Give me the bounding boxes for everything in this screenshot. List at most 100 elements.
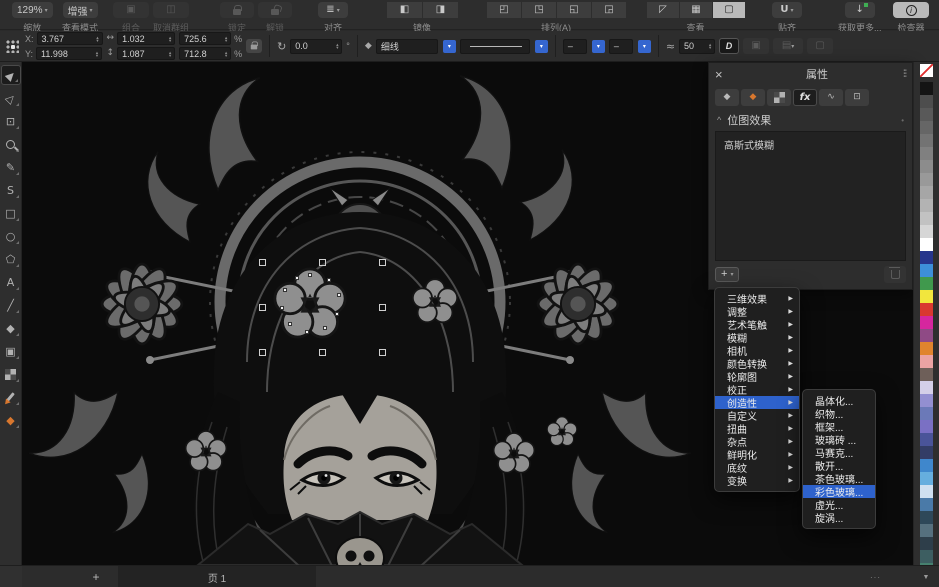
stepper-icon[interactable]: ▲▼ [224,51,228,57]
tab-outline[interactable]: ◆ [715,89,739,106]
transparency-tool[interactable] [1,364,21,384]
color-swatch[interactable] [920,251,933,264]
color-swatch[interactable] [920,238,933,251]
fill-tool[interactable]: ◆ [1,410,21,430]
chevron-down-icon[interactable]: ▾ [638,40,651,53]
dock-settings-icon[interactable]: ⫶⫶ [903,69,906,80]
chevron-down-icon[interactable]: ▾ [443,40,456,53]
tab-internet[interactable]: ⊡ [845,89,869,106]
color-swatch[interactable] [920,173,933,186]
inspector-button[interactable]: i [893,2,929,18]
shape-tool[interactable]: ▷ [1,88,21,108]
unlock-button[interactable] [258,2,292,18]
end-arrowhead-select[interactable]: – [609,39,633,54]
height-input[interactable]: 1.087▲▼ [117,47,175,60]
curve-node[interactable] [323,326,327,330]
effect-tool[interactable]: ▣ [1,341,21,361]
scale-width-input[interactable]: 725.6▲▼ [179,32,231,45]
color-swatch[interactable] [920,472,933,485]
color-swatch[interactable] [920,212,933,225]
color-swatch[interactable] [920,459,933,472]
color-swatch[interactable] [920,121,933,134]
selection-handle-nw[interactable] [259,259,266,266]
polygon-tool[interactable]: ⬠ [1,249,21,269]
selection-handle-w[interactable] [259,304,266,311]
rectangle-tool[interactable]: □ [1,203,21,223]
scale-height-input[interactable]: 712.8▲▼ [179,47,231,60]
palette-scroll-button[interactable]: ▼ [916,570,936,584]
color-swatch[interactable] [920,290,933,303]
curve-node[interactable] [295,276,299,280]
align-dropdown[interactable]: ≣▾ [318,2,348,18]
mirror-vertical-button[interactable]: ◨ [423,2,458,18]
stepper-icon[interactable]: ▲▼ [708,43,712,49]
tab-fill[interactable]: ◆ [741,89,765,106]
color-swatch[interactable] [920,186,933,199]
back-one-button[interactable]: ◲ [592,2,626,18]
collapse-chevron-icon[interactable]: ^ [717,115,721,125]
outline-width-select[interactable]: 细线 [376,39,438,54]
view-page-button[interactable]: ▢ [713,2,745,18]
bitmap-effects-section[interactable]: ^ 位图效果 • [709,109,912,131]
color-swatch[interactable] [920,498,933,511]
eyedropper-tool[interactable] [1,387,21,407]
x-input[interactable]: 3.767▲▼ [37,32,103,45]
curve-tool[interactable]: ✎ [1,157,21,177]
tab-transparency[interactable] [767,89,791,106]
sketch-mode-button[interactable]: D [719,38,739,54]
stepper-icon[interactable]: ▲▼ [95,51,99,57]
effects-list[interactable]: 高斯式模糊 [715,131,906,261]
curve-node[interactable] [327,278,331,282]
page-tab[interactable]: 页 1 [118,566,316,587]
color-swatch[interactable] [920,537,933,550]
color-swatch[interactable] [920,134,933,147]
curve-node[interactable] [335,312,339,316]
artistic-media-tool[interactable]: S [1,180,21,200]
bounding-box-button[interactable]: ▢ [807,38,833,54]
ellipse-tool[interactable]: ○ [1,226,21,246]
to-back-button[interactable]: ◳ [522,2,556,18]
color-swatch[interactable] [920,264,933,277]
color-swatch[interactable] [920,342,933,355]
chevron-down-icon[interactable]: ▾ [592,40,605,53]
color-swatch[interactable] [920,394,933,407]
stepper-icon[interactable]: ▲▼ [168,36,172,42]
effects-dropdown-button[interactable]: ▤▾ [773,38,803,54]
snap-dropdown[interactable]: U▾ [772,2,802,18]
line-style-select[interactable] [460,39,530,54]
color-swatch[interactable] [920,355,933,368]
curve-node[interactable] [337,293,341,297]
y-input[interactable]: 11.998▲▼ [36,47,102,60]
mirror-horizontal-button[interactable]: ◧ [387,2,422,18]
rotation-input[interactable]: 0.0▲▼ [290,39,342,54]
color-swatch[interactable] [920,303,933,316]
submenu-item[interactable]: 旋涡... [803,511,875,524]
wrap-text-button[interactable]: ▣ [743,38,769,54]
add-effect-button[interactable]: +▾ [715,267,739,282]
chevron-down-icon[interactable]: ▾ [535,40,548,53]
delete-effect-button[interactable] [884,266,906,283]
curve-node[interactable] [283,288,287,292]
zoom-tool[interactable] [1,134,21,154]
stepper-icon[interactable]: ▲▼ [96,36,100,42]
selection-handle-s[interactable] [319,349,326,356]
crop-tool[interactable]: ⊡ [1,111,21,131]
tab-effects[interactable]: fx [793,89,817,106]
view-mode-select[interactable]: 增强▾ [63,2,98,18]
color-swatch[interactable] [920,147,933,160]
view-grid-button[interactable]: ▦ [680,2,712,18]
forward-one-button[interactable]: ◱ [557,2,591,18]
get-more-button[interactable]: ↓ [845,2,875,18]
menu-item[interactable]: 变换▶ [715,474,799,487]
color-swatch[interactable] [920,108,933,121]
color-swatch[interactable] [920,64,933,77]
add-page-button[interactable]: + [82,566,110,587]
selection-handle-ne[interactable] [379,259,386,266]
color-swatch[interactable] [920,277,933,290]
color-swatch[interactable] [920,511,933,524]
color-swatch[interactable] [920,316,933,329]
close-icon[interactable]: × [715,67,731,82]
color-swatch[interactable] [920,368,933,381]
selection-handle-e[interactable] [379,304,386,311]
selection-handle-se[interactable] [379,349,386,356]
